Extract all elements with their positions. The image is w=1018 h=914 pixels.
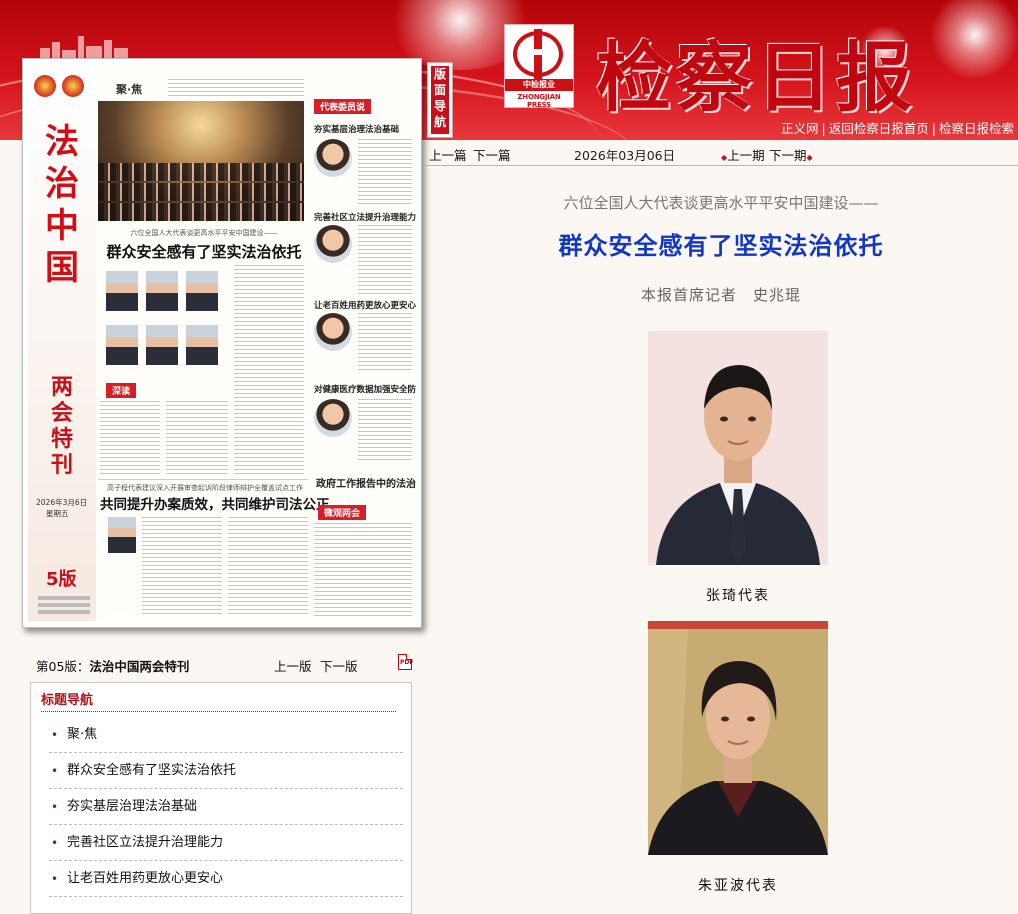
portrait <box>314 313 352 351</box>
side-headline[interactable]: 政府工作报告中的法治细节 <box>316 475 416 490</box>
masthead-title: 检察日报 <box>596 33 916 122</box>
diamond-icon: ◆ <box>806 153 813 162</box>
text-column <box>314 523 412 617</box>
portrait <box>314 139 352 177</box>
page-image[interactable]: 法治中国 两会特刊 2026年3月6日 星期五 5版 聚·焦 六位全国人大代表谈… <box>28 65 416 621</box>
toc-item[interactable]: 夯实基层治理法治基础 <box>49 789 403 825</box>
page-headline-second[interactable]: 共同提升办案质效，共同维护司法公正 <box>100 493 330 513</box>
page-edition-number: 5版 <box>46 569 77 590</box>
page-vertical-subtitle: 两会特刊 <box>50 375 73 478</box>
toc-list: 聚·焦 群众安全感有了坚实法治依托 夯实基层治理法治基础 完善社区立法提升治理能… <box>49 717 403 897</box>
edition-row: 第05版：法治中国两会特刊 上一版 下一版 PDF <box>36 654 416 674</box>
page-kicker-second: 高子程代表建议深入开展审查起诉阶段律师辩护全覆盖试点工作 <box>107 484 303 492</box>
link-home[interactable]: 返回检察日报首页 <box>829 121 929 136</box>
page-navigation-label: 版面导航 <box>431 66 449 134</box>
toc-item[interactable]: 完善社区立法提升治理能力 <box>49 825 403 861</box>
text-column <box>358 313 412 373</box>
toc-item[interactable]: 让老百姓用药更放心更安心 <box>49 861 403 897</box>
article-headline: 群众安全感有了坚实法治依托 <box>558 232 884 260</box>
side-headline[interactable]: 夯实基层治理法治基础 <box>314 123 399 135</box>
prev-article-link[interactable]: 上一篇 <box>429 145 467 164</box>
newspaper-page-thumbnail[interactable]: 法治中国 两会特刊 2026年3月6日 星期五 5版 聚·焦 六位全国人大代表谈… <box>22 58 422 628</box>
skyline-decoration <box>40 30 140 60</box>
link-search[interactable]: 检察日报检索 <box>939 121 1014 136</box>
toc-title: 标题导航 <box>41 693 94 708</box>
article-subtitle: 六位全国人大代表谈更高水平平安中国建设—— <box>563 194 879 212</box>
text-column <box>228 517 308 617</box>
rep-say-label: 代表委员说 <box>314 99 372 114</box>
text-column <box>100 401 160 477</box>
text-column <box>142 517 222 617</box>
zhongjian-press-logo[interactable]: 中检报业 ZHONGJIAN PRESS <box>504 24 574 109</box>
top-links: 正义网 | 返回检察日报首页 | 检察日报检索 <box>781 121 1014 136</box>
pdf-download-icon[interactable]: PDF <box>398 654 413 670</box>
issue-date: 2026年03月06日 <box>574 148 676 163</box>
procuratorate-emblem-icon <box>513 29 563 79</box>
watch-label: 微观两会 <box>318 505 367 520</box>
text-column <box>358 399 412 461</box>
page-headline-main[interactable]: 群众安全感有了坚实法治依托 <box>100 241 308 262</box>
photo-caption: 朱亚波代表 <box>698 878 778 894</box>
title-navigation: 标题导航 聚·焦 群众安全感有了坚实法治依托 夯实基层治理法治基础 完善社区立法… <box>30 682 412 914</box>
portrait <box>186 325 218 365</box>
page-navigation-tab[interactable]: 版面导航 <box>427 62 453 138</box>
header-light-flare <box>930 0 1018 80</box>
portrait <box>186 271 218 311</box>
page-vertical-title: 法治中国 <box>45 122 79 288</box>
text-column <box>358 139 412 207</box>
section-focus-label: 聚·焦 <box>116 83 143 96</box>
prev-edition-link[interactable]: 上一版 <box>274 656 312 675</box>
portrait-illustration <box>648 621 828 855</box>
side-headline[interactable]: 完善社区立法提升治理能力 <box>314 211 416 223</box>
page-kicker-main: 六位全国人大代表谈更高水平平安中国建设—— <box>130 229 278 237</box>
text-column <box>168 79 304 99</box>
portrait <box>106 325 138 365</box>
page-date: 2026年3月6日 <box>36 498 88 507</box>
edition-name: 法治中国两会特刊 <box>89 659 190 674</box>
next-article-link[interactable]: 下一篇 <box>473 145 511 164</box>
deep-read-label: 深读 <box>106 383 137 398</box>
next-edition-link[interactable]: 下一版 <box>320 656 358 675</box>
portrait <box>314 225 352 263</box>
portrait <box>106 271 138 311</box>
toc-item[interactable]: 群众安全感有了坚实法治依托 <box>49 753 403 789</box>
article-byline: 本报首席记者 史兆琨 <box>640 286 801 304</box>
main-news-photo[interactable] <box>98 101 304 221</box>
prev-issue-link[interactable]: 上一期 <box>727 148 765 163</box>
portrait-illustration <box>648 331 828 565</box>
toc-item[interactable]: 聚·焦 <box>49 717 403 753</box>
next-issue-link[interactable]: 下一期 <box>769 148 807 163</box>
portrait <box>146 271 178 311</box>
text-column <box>358 225 412 295</box>
page-weekday: 星期五 <box>46 509 69 518</box>
photo-zhu-yabo <box>648 621 828 855</box>
logo-tag: 中检报业 <box>505 79 573 91</box>
portrait <box>108 517 136 553</box>
logo-english: ZHONGJIAN PRESS <box>517 93 561 109</box>
text-column <box>234 265 304 475</box>
portrait <box>146 325 178 365</box>
link-zhengyi-net[interactable]: 正义网 <box>781 121 819 136</box>
side-headline[interactable]: 对健康医疗数据加强安全防护 <box>314 383 416 395</box>
side-headline[interactable]: 让老百姓用药更放心更安心 <box>314 299 416 311</box>
text-column <box>166 401 228 477</box>
national-emblem-icon <box>34 75 56 97</box>
photo-zhang-qi <box>648 331 828 565</box>
edition-label: 第05版：法治中国两会特刊 <box>36 659 190 674</box>
photo-caption: 张琦代表 <box>706 588 770 604</box>
article-navbar: 上一篇 下一篇 2026年03月06日 ◆上一期 下一期◆ <box>424 140 1018 166</box>
portrait <box>314 399 352 437</box>
party-emblem-icon <box>62 75 84 97</box>
page-credits <box>38 593 90 617</box>
